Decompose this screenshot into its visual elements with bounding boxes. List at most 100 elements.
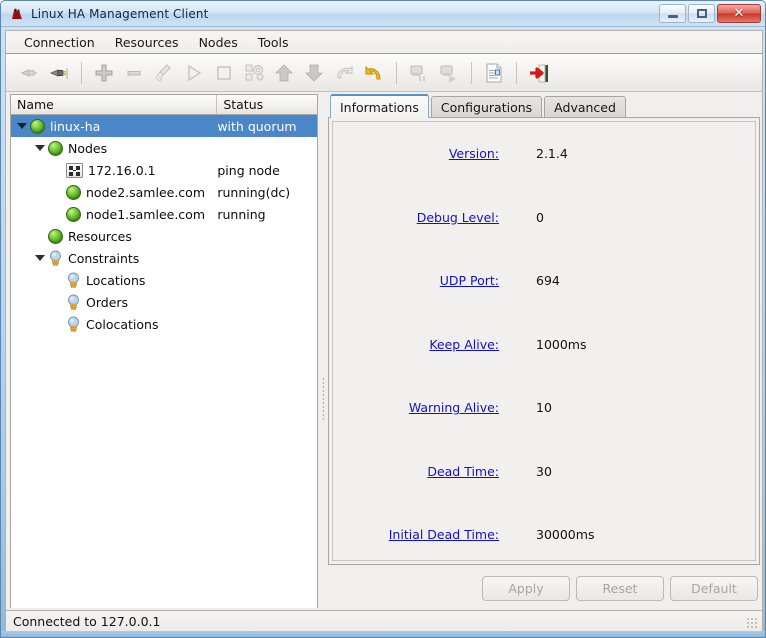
info-row-initial-dead-time: Initial Dead Time: 30000ms (333, 503, 755, 564)
remove-icon (123, 62, 145, 84)
connect-icon (48, 62, 70, 84)
tree-row[interactable]: Locations (11, 269, 317, 291)
stop-button[interactable] (209, 58, 239, 88)
add-button[interactable] (89, 58, 119, 88)
tree-row-status: running(dc) (217, 184, 291, 200)
splitter-grip[interactable] (322, 377, 325, 421)
connect-button[interactable] (44, 58, 74, 88)
dead-time-label[interactable]: Dead Time: (333, 464, 499, 479)
activate-node-button[interactable] (434, 58, 464, 88)
move-down-button[interactable] (299, 58, 329, 88)
document-button[interactable] (479, 58, 509, 88)
reset-button[interactable]: Reset (576, 575, 664, 601)
tree-row[interactable]: 172.16.0.1 ping node (11, 159, 317, 181)
bulb-icon (66, 272, 81, 288)
tool-bar (5, 54, 763, 92)
tab-advanced[interactable]: Advanced (544, 96, 626, 118)
exit-button[interactable] (524, 58, 554, 88)
move-up-button[interactable] (269, 58, 299, 88)
remove-button[interactable] (119, 58, 149, 88)
warning-alive-value: 10 (536, 400, 552, 416)
bulb-icon (66, 294, 81, 310)
column-header-name[interactable]: Name (11, 95, 218, 114)
disconnect-button[interactable] (14, 58, 44, 88)
twisty-expanded-icon[interactable] (32, 140, 48, 156)
green-node-icon (48, 140, 63, 156)
add-icon (93, 62, 115, 84)
tree-row[interactable]: Constraints (11, 247, 317, 269)
standby-node-button[interactable] (404, 58, 434, 88)
info-row-debug-level: Debug Level: 0 (333, 186, 755, 250)
tree-row-status: with quorum (217, 118, 297, 134)
twisty-expanded-icon[interactable] (14, 118, 30, 134)
info-row-version: Version: 2.1.4 (333, 122, 755, 186)
minimize-button[interactable] (659, 4, 686, 23)
tab-informations[interactable]: Informations (330, 94, 429, 118)
green-node-icon (66, 184, 81, 200)
disconnect-icon (18, 62, 40, 84)
warning-alive-label[interactable]: Warning Alive: (333, 400, 499, 415)
tree-row-status: running (217, 206, 266, 222)
tree-row-label: Colocations (86, 316, 159, 332)
tree-row[interactable]: linux-ha with quorum (11, 115, 317, 137)
activate-node-icon (438, 62, 460, 84)
tree-row[interactable]: node2.samlee.com running(dc) (11, 181, 317, 203)
keep-alive-label[interactable]: Keep Alive: (333, 337, 499, 352)
standby-node-icon (408, 62, 430, 84)
version-label[interactable]: Version: (333, 146, 499, 161)
initial-dead-time-value: 30000ms (536, 527, 595, 543)
document-icon (483, 62, 505, 84)
close-button[interactable]: ✕ (717, 4, 761, 23)
tree-row[interactable]: Colocations (11, 313, 317, 335)
tree-header: Name Status (11, 95, 317, 115)
tree-row-label: node2.samlee.com (86, 184, 205, 200)
tree-row[interactable]: node1.samlee.com running (11, 203, 317, 225)
main-content-area: Name Status linux-ha with quorum Nodes 1… (5, 92, 763, 610)
tree-row[interactable]: Nodes (11, 137, 317, 159)
start-play-icon (183, 62, 205, 84)
twisty-expanded-icon[interactable] (32, 250, 48, 266)
resize-grip[interactable] (746, 617, 758, 629)
udp-port-value: 694 (536, 273, 560, 289)
debug-level-value: 0 (536, 209, 544, 225)
undo-button[interactable] (359, 58, 389, 88)
bulb-icon (48, 250, 63, 266)
exit-door-icon (528, 62, 550, 84)
close-icon: ✕ (733, 6, 745, 21)
bulb-icon (66, 316, 81, 332)
redo-button[interactable] (329, 58, 359, 88)
menu-tools[interactable]: Tools (248, 32, 299, 53)
default-button[interactable]: Default (670, 575, 758, 601)
application-window: Linux HA Management Client ✕ Connection … (0, 0, 766, 638)
udp-port-label[interactable]: UDP Port: (333, 273, 499, 288)
initial-dead-time-label[interactable]: Initial Dead Time: (333, 527, 499, 542)
info-row-udp-port: UDP Port: 694 (333, 249, 755, 313)
tree-row[interactable]: Orders (11, 291, 317, 313)
tree-row-label: linux-ha (50, 118, 101, 134)
cleanup-button[interactable] (149, 58, 179, 88)
toolbar-separator (81, 61, 82, 84)
tab-configurations[interactable]: Configurations (430, 96, 543, 118)
tree-row[interactable]: Resources (11, 225, 317, 247)
tree-row-label: Resources (68, 228, 132, 244)
info-row-dead-time: Dead Time: 30 (333, 440, 755, 504)
info-row-keep-alive: Keep Alive: 1000ms (333, 313, 755, 377)
menu-connection[interactable]: Connection (14, 32, 105, 53)
window-title: Linux HA Management Client (31, 6, 209, 21)
tree-row-status: ping node (217, 162, 280, 178)
apply-button[interactable]: Apply (482, 575, 570, 601)
undo-arrow-icon (363, 62, 385, 84)
panel-splitter[interactable] (319, 94, 328, 608)
window-controls: ✕ (659, 4, 761, 23)
start-button[interactable] (179, 58, 209, 88)
title-bar: Linux HA Management Client ✕ (1, 1, 765, 27)
migrate-button[interactable] (239, 58, 269, 88)
menu-resources[interactable]: Resources (105, 32, 189, 53)
debug-level-label[interactable]: Debug Level: (333, 210, 499, 225)
cluster-tree-panel: Name Status linux-ha with quorum Nodes 1… (10, 94, 318, 608)
column-header-status[interactable]: Status (217, 95, 317, 114)
cleanup-broom-icon (153, 62, 175, 84)
maximize-button[interactable] (688, 4, 715, 23)
green-node-icon (48, 228, 63, 244)
menu-nodes[interactable]: Nodes (189, 32, 248, 53)
